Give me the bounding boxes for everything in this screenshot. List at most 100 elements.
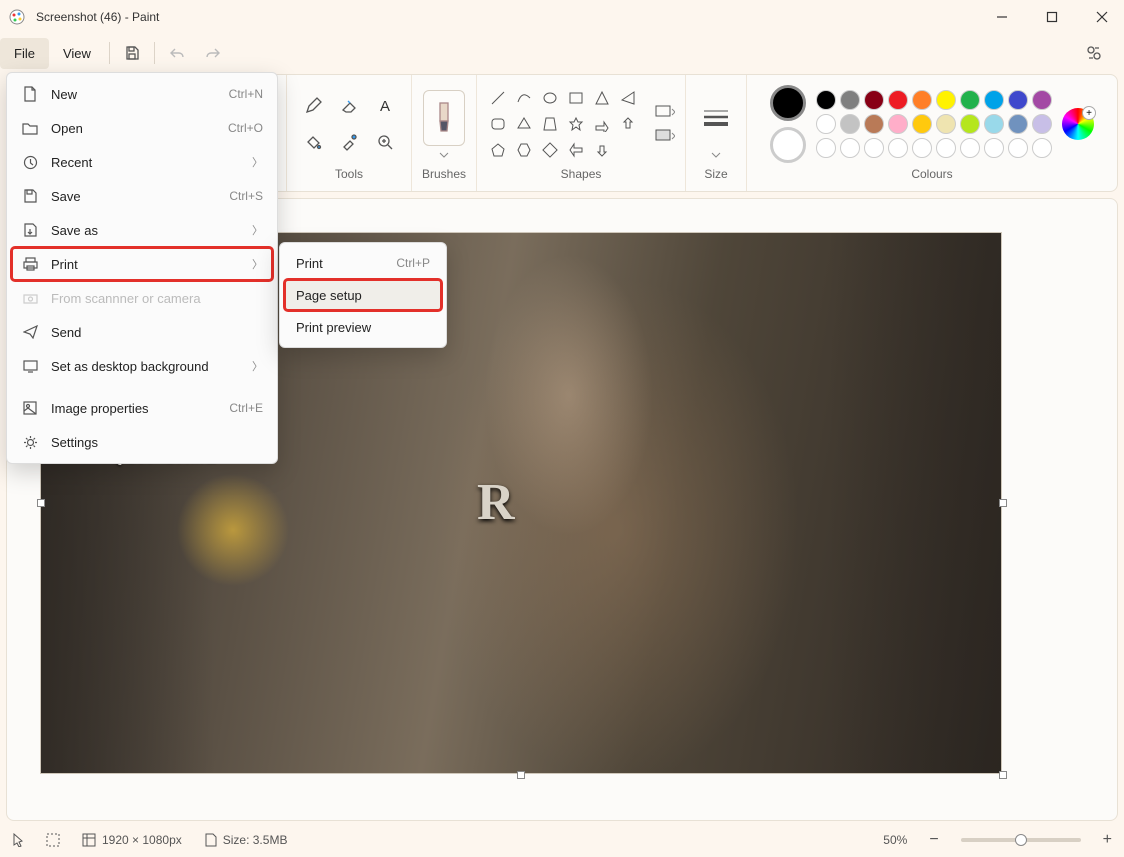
edit-colors-button[interactable] [1062,108,1094,140]
color-swatch[interactable] [816,138,836,158]
menu-separator [109,42,110,64]
save-icon-button[interactable] [114,38,150,68]
resize-handle[interactable] [517,771,525,779]
resize-handle[interactable] [999,771,1007,779]
color-swatch[interactable] [888,138,908,158]
color-swatch[interactable] [960,90,980,110]
color-swatch[interactable] [912,138,932,158]
color-swatch[interactable] [1032,138,1052,158]
file-menu-properties[interactable]: Image properties Ctrl+E [11,391,273,425]
color-swatch[interactable] [864,138,884,158]
submenu-print[interactable]: Print Ctrl+P [284,247,442,279]
menu-file[interactable]: File [0,38,49,69]
file-menu-save[interactable]: Save Ctrl+S [11,179,273,213]
settings-icon[interactable] [1076,38,1112,68]
redo-button[interactable] [195,38,231,68]
ribbon-group-shapes: Shapes [477,75,686,191]
fill-tool[interactable] [297,126,329,158]
file-menu-print[interactable]: Print 〉 [11,247,273,281]
zoom-in-button[interactable]: + [1103,831,1112,849]
resize-handle[interactable] [999,499,1007,507]
color-swatch[interactable] [864,90,884,110]
print-submenu: Print Ctrl+P Page setup Print preview [279,242,447,348]
color-swatch[interactable] [936,138,956,158]
color-swatch[interactable] [888,90,908,110]
selection-icon [46,833,60,847]
color-swatch[interactable] [1032,90,1052,110]
color-swatch[interactable] [864,114,884,134]
new-icon [21,86,39,102]
color-swatch[interactable] [1008,90,1028,110]
size-button[interactable] [696,90,736,146]
color-swatch[interactable] [984,138,1004,158]
zoom-slider[interactable] [961,838,1081,842]
send-icon [21,325,39,339]
color-swatch[interactable] [936,114,956,134]
saveas-icon [21,223,39,237]
menu-view[interactable]: View [49,38,105,69]
file-menu: New Ctrl+N Open Ctrl+O Recent 〉 Save Ctr… [6,72,278,464]
undo-button[interactable] [159,38,195,68]
color-swatch[interactable] [888,114,908,134]
close-button[interactable] [1088,3,1116,31]
ribbon-label-colours: Colours [911,167,952,185]
file-menu-settings[interactable]: Settings [11,425,273,459]
file-menu-open[interactable]: Open Ctrl+O [11,111,273,145]
ribbon-label-tools: Tools [335,167,363,185]
submenu-page-setup[interactable]: Page setup [284,279,442,311]
minimize-button[interactable] [988,3,1016,31]
color-swatch[interactable] [1032,114,1052,134]
print-icon [21,257,39,271]
color-swatch[interactable] [984,114,1004,134]
zoom-out-button[interactable]: − [929,831,938,849]
text-tool[interactable]: A [369,90,401,122]
color-swatch[interactable] [816,90,836,110]
file-menu-desktop[interactable]: Set as desktop background 〉 [11,349,273,383]
color-swatch[interactable] [960,138,980,158]
ribbon-label-brushes: Brushes [422,167,466,185]
chevron-right-icon: 〉 [252,222,263,238]
ribbon-group-brushes: Brushes [412,75,477,191]
menu-bar: File View [0,34,1124,72]
color-swatch[interactable] [816,114,836,134]
color-swatch[interactable] [840,90,860,110]
resize-handle[interactable] [37,499,45,507]
color-1[interactable] [770,85,806,121]
file-menu-scanner: From scannner or camera [11,281,273,315]
pencil-tool[interactable] [297,90,329,122]
maximize-button[interactable] [1038,3,1066,31]
submenu-print-preview[interactable]: Print preview [284,311,442,343]
file-menu-recent[interactable]: Recent 〉 [11,145,273,179]
picker-tool[interactable] [333,126,365,158]
chevron-down-icon [439,152,449,158]
brushes-button[interactable] [423,90,465,146]
color-palette[interactable] [816,90,1052,158]
eraser-tool[interactable] [333,90,365,122]
ribbon-label-shapes: Shapes [561,167,602,185]
shape-fill-button[interactable] [655,129,675,143]
file-menu-saveas[interactable]: Save as 〉 [11,213,273,247]
magnifier-tool[interactable] [369,126,401,158]
color-swatch[interactable] [984,90,1004,110]
color-swatch[interactable] [1008,114,1028,134]
color-2[interactable] [770,127,806,163]
color-swatch[interactable] [936,90,956,110]
color-swatch[interactable] [840,138,860,158]
status-bar: 1920 × 1080px Size: 3.5MB 50% − + [0,823,1124,857]
zoom-percent: 50% [883,833,907,847]
color-swatch[interactable] [960,114,980,134]
color-swatch[interactable] [912,114,932,134]
shapes-gallery[interactable] [487,87,639,161]
menu-separator [154,42,155,64]
color-swatch[interactable] [1008,138,1028,158]
cursor-tool-icon [12,833,24,847]
color-swatch[interactable] [840,114,860,134]
file-menu-send[interactable]: Send [11,315,273,349]
save-icon [21,189,39,203]
color-swatch[interactable] [912,90,932,110]
scanner-icon [21,292,39,304]
shape-outline-button[interactable] [655,105,675,119]
svg-text:A: A [380,98,390,115]
status-dimensions: 1920 × 1080px [82,833,182,847]
file-menu-new[interactable]: New Ctrl+N [11,77,273,111]
